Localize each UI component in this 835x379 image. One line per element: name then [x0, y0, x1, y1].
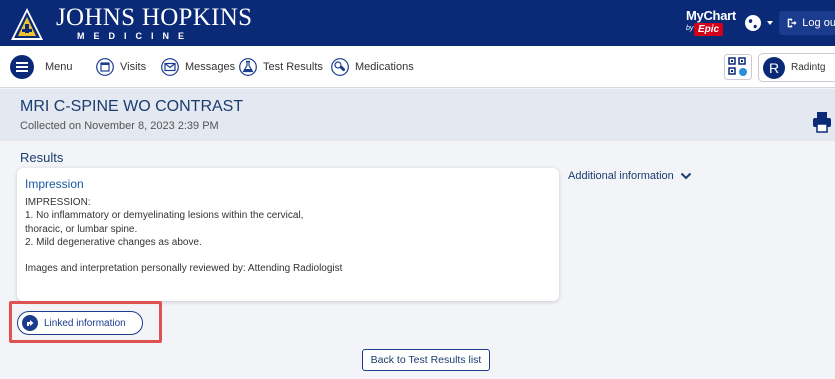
globe-icon — [745, 15, 761, 31]
logout-label: Log out — [802, 17, 835, 29]
user-name: Radintg — [791, 62, 826, 73]
page-title: MRI C-SPINE WO CONTRAST — [20, 98, 244, 115]
header-bar: JOHNS HOPKINS MEDICINE MyChart by Epic L… — [0, 0, 835, 46]
flask-icon — [239, 58, 257, 76]
nav-label-messages: Messages — [185, 61, 236, 73]
chevron-down-icon — [767, 21, 773, 25]
pill-icon — [331, 58, 349, 76]
impression-line: IMPRESSION: — [25, 197, 91, 208]
nav-label-test-results: Test Results — [263, 61, 323, 73]
print-icon[interactable] — [812, 111, 832, 133]
impression-card: Impression IMPRESSION: 1. No inflammator… — [17, 168, 559, 301]
page-title-band: MRI C-SPINE WO CONTRAST Collected on Nov… — [0, 89, 835, 141]
hamburger-icon — [9, 54, 35, 80]
arrow-icon — [22, 315, 38, 331]
collected-date: Collected on November 8, 2023 2:39 PM — [20, 120, 219, 132]
qr-code-icon — [724, 54, 752, 80]
nav-label-medications: Medications — [355, 61, 414, 73]
logo-subtitle: MEDICINE — [77, 31, 194, 41]
additional-information-toggle[interactable]: Additional information — [568, 170, 692, 182]
results-heading: Results — [20, 150, 64, 165]
logo-title[interactable]: JOHNS HOPKINS — [56, 4, 252, 32]
mychart-epic-logo: MyChart by Epic — [686, 8, 736, 38]
mychart-by-label: by — [686, 25, 694, 32]
logout-icon — [787, 18, 797, 28]
jhm-shield-logo-icon — [11, 8, 43, 40]
nav-item-test-results[interactable]: Test Results — [239, 46, 323, 88]
nav-item-visits[interactable]: Visits — [96, 46, 146, 88]
impression-line: Images and interpretation personally rev… — [25, 263, 343, 275]
chevron-down-icon — [680, 172, 692, 180]
impression-line: 1. No inflammatory or demyelinating lesi… — [25, 210, 304, 222]
impression-text: IMPRESSION: 1. No inflammatory or demyel… — [25, 196, 342, 276]
logout-button[interactable]: Log out — [779, 11, 835, 35]
additional-information-label: Additional information — [568, 170, 674, 182]
nav-label-visits: Visits — [120, 61, 147, 73]
user-menu-button[interactable]: R Radintg — [758, 53, 835, 82]
epic-label: Epic — [694, 23, 724, 36]
mychart-label: MyChart — [686, 8, 736, 23]
nav-item-menu[interactable]: Menu — [9, 46, 73, 88]
impression-line: thoracic, or lumbar spine. — [25, 223, 138, 235]
impression-line: 2. Mild degenerative changes as above. — [25, 236, 202, 248]
nav-item-medications[interactable]: Medications — [331, 46, 414, 88]
back-to-test-results-button[interactable]: Back to Test Results list — [362, 349, 490, 371]
envelope-icon — [161, 58, 179, 76]
linked-information-button[interactable]: Linked information — [17, 311, 143, 335]
qr-code-button[interactable] — [724, 54, 752, 80]
nav-item-messages[interactable]: Messages — [161, 46, 235, 88]
impression-line — [25, 249, 342, 262]
language-button[interactable] — [744, 12, 774, 34]
nav-bar: Menu Visits Messages Test Results Medica… — [0, 46, 835, 88]
calendar-icon — [96, 58, 114, 76]
linked-information-label: Linked information — [44, 317, 126, 329]
avatar: R — [763, 56, 785, 79]
nav-label-menu: Menu — [45, 61, 73, 73]
impression-title: Impression — [25, 177, 84, 191]
